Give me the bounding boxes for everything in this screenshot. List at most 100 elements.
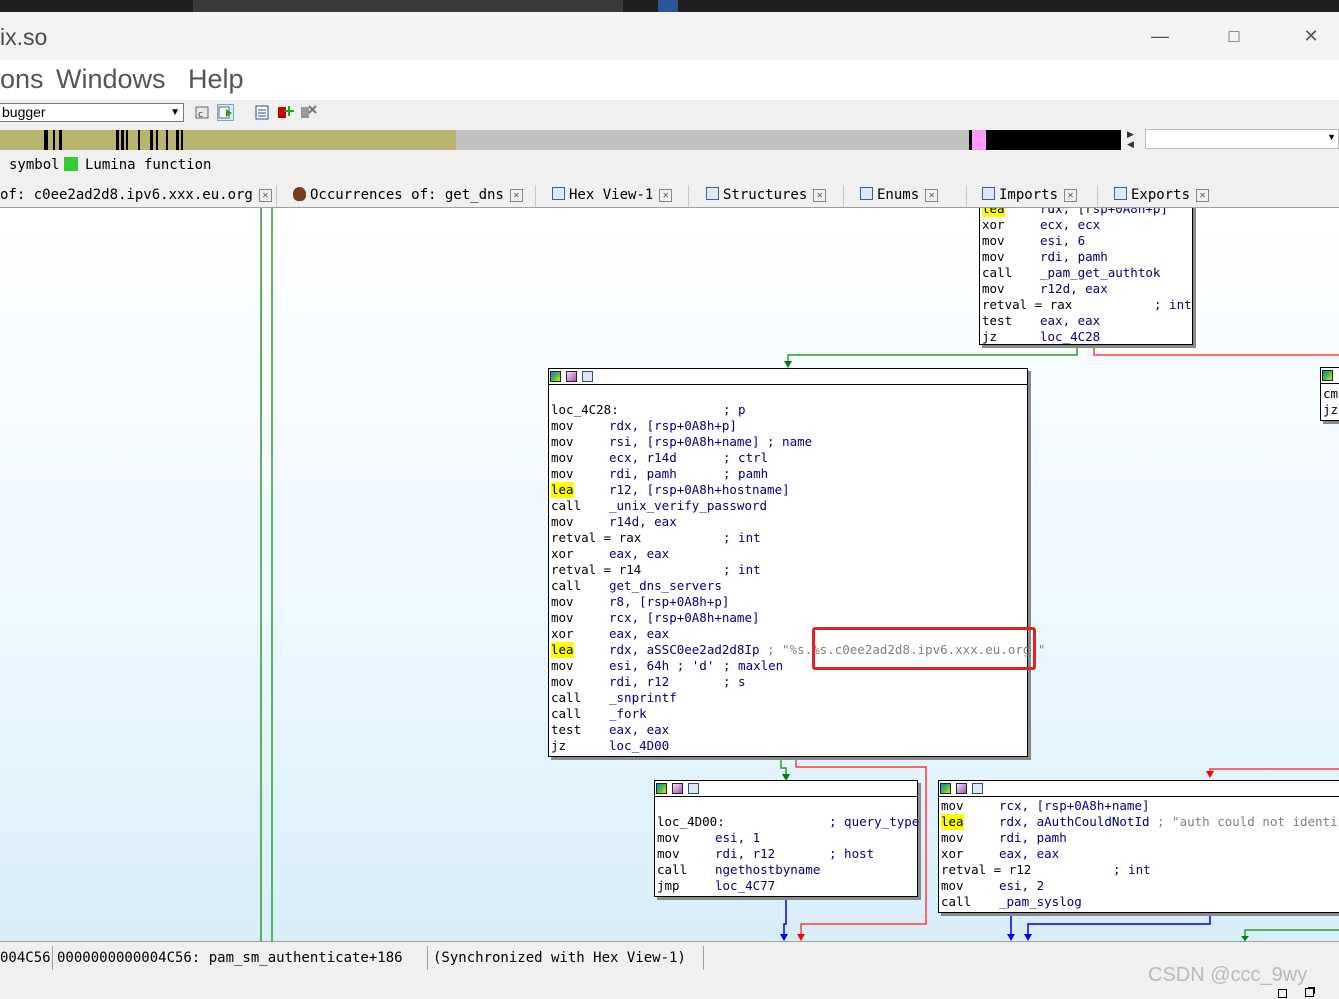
code-block-top[interactable]: lea rdx, [rsp+0A8h+p] xor ecx, ecx mov esi, 6… bbox=[979, 208, 1193, 345]
asm-mnemonic: test bbox=[551, 722, 582, 737]
asm-operands: eax, eax bbox=[999, 846, 1060, 861]
close-icon[interactable]: ✕ bbox=[659, 189, 673, 202]
graph-overview-icon[interactable] bbox=[688, 783, 699, 794]
code-block-loc-4d00[interactable]: loc_4D00: ; query_type mov esi, 1 mov rdi, r1… bbox=[654, 780, 919, 897]
asm-mnemonic: mov bbox=[551, 594, 574, 609]
breakpoint-list-icon[interactable] bbox=[254, 104, 271, 121]
asm-line[interactable]: call _fork bbox=[551, 706, 1029, 722]
asm-line[interactable]: call get_dns_servers bbox=[551, 578, 1029, 594]
edit-icon[interactable] bbox=[566, 371, 577, 382]
asm-line[interactable]: call _pam_get_authtok bbox=[982, 265, 1194, 281]
asm-line[interactable]: call _pam_syslog bbox=[941, 894, 1339, 910]
asm-line[interactable]: call _unix_verify_password bbox=[551, 498, 1029, 514]
start-process-icon[interactable] bbox=[217, 104, 234, 121]
attach-process-icon[interactable]: c bbox=[194, 104, 211, 121]
asm-line[interactable]: retval = rax ; int bbox=[982, 297, 1194, 313]
close-icon[interactable]: ✕ bbox=[509, 189, 523, 202]
maximize-icon[interactable]: □ bbox=[1222, 26, 1246, 46]
tab-occurrences[interactable]: Occurrences of: get_dns ✕ bbox=[293, 184, 523, 208]
asm-line[interactable]: jz loc_4C28 bbox=[982, 329, 1194, 345]
navigation-combo[interactable]: ▼ bbox=[1145, 129, 1339, 149]
asm-line[interactable]: mov r8, [rsp+0A8h+p] bbox=[551, 594, 1029, 610]
color-icon[interactable] bbox=[940, 783, 951, 794]
asm-line[interactable]: test eax, eax bbox=[982, 313, 1194, 329]
asm-line[interactable]: xor eax, eax bbox=[941, 846, 1339, 862]
asm-line[interactable]: loc_4D00: ; query_type bbox=[657, 814, 919, 830]
asm-operands: _snprintf bbox=[609, 690, 677, 705]
asm-operands: rcx, [rsp+0A8h+name] bbox=[609, 610, 760, 625]
edit-icon[interactable] bbox=[672, 783, 683, 794]
asm-line[interactable]: mov rdx, [rsp+0A8h+p] bbox=[551, 418, 1029, 434]
asm-line[interactable]: mov r14d, eax bbox=[551, 514, 1029, 530]
edit-icon[interactable] bbox=[956, 783, 967, 794]
tab-exports[interactable]: Exports ✕ bbox=[1114, 184, 1210, 208]
asm-line[interactable]: mov r12d, eax bbox=[982, 281, 1194, 297]
close-icon[interactable]: ✕ bbox=[1064, 189, 1078, 202]
asm-line[interactable]: mov rcx, [rsp+0A8h+name] bbox=[941, 798, 1339, 814]
asm-line[interactable]: call ngethostbyname bbox=[657, 862, 919, 878]
debugger-select[interactable]: bugger ▼ bbox=[0, 103, 184, 122]
asm-line[interactable] bbox=[657, 798, 919, 814]
graph-view[interactable]: lea rdx, [rsp+0A8h+p] xor ecx, ecx mov esi, 6… bbox=[0, 208, 1339, 941]
asm-line[interactable]: retval = r14 ; int bbox=[551, 562, 1029, 578]
code-block-loc-4c28[interactable]: loc_4C28: ; p mov rdx, [rsp+0A8h+p] mov rsi, … bbox=[548, 368, 1045, 757]
minimize-icon[interactable]: — bbox=[1148, 26, 1172, 46]
graph-overview-icon[interactable] bbox=[972, 783, 983, 794]
color-icon[interactable] bbox=[656, 783, 667, 794]
asm-mnemonic: mov bbox=[551, 658, 574, 673]
menu-windows[interactable]: Windows bbox=[56, 64, 166, 95]
asm-line[interactable]: mov rdi, r12 ; host bbox=[657, 846, 919, 862]
asm-line[interactable]: mov esi, 1 bbox=[657, 830, 919, 846]
float-icon[interactable] bbox=[1305, 988, 1314, 997]
asm-line[interactable]: lea rdx, [rsp+0A8h+p] bbox=[982, 208, 1194, 217]
asm-line[interactable]: mov rsi, [rsp+0A8h+name] ; name bbox=[551, 434, 1029, 450]
asm-line[interactable]: jz loc_4D00 bbox=[551, 738, 1029, 754]
asm-line[interactable]: mov rdi, pamh ; pamh bbox=[551, 466, 1029, 482]
close-icon[interactable]: ✕ bbox=[813, 189, 827, 202]
asm-line[interactable]: jmp loc_4C77 bbox=[657, 878, 919, 894]
asm-mnemonic: xor bbox=[551, 626, 574, 641]
menu-options[interactable]: ons bbox=[0, 64, 44, 95]
close-icon[interactable]: ✕ bbox=[1196, 189, 1210, 202]
code-block-right-partial[interactable]: cm jz bbox=[1320, 367, 1339, 421]
delete-breakpoint-icon[interactable] bbox=[300, 104, 317, 121]
add-breakpoint-icon[interactable] bbox=[277, 104, 294, 121]
color-icon[interactable] bbox=[1322, 370, 1333, 381]
asm-line[interactable]: mov esi, 6 bbox=[982, 233, 1194, 249]
menu-help[interactable]: Help bbox=[188, 64, 244, 95]
asm-line[interactable]: lea rdx, aAuthCouldNotId ; "auth could not… bbox=[941, 814, 1339, 830]
tab-enums[interactable]: Enums ✕ bbox=[860, 184, 939, 208]
tab-imports[interactable]: Imports ✕ bbox=[982, 184, 1078, 208]
asm-line[interactable]: xor eax, eax bbox=[551, 546, 1029, 562]
chevron-down-icon[interactable]: ▼ bbox=[170, 104, 180, 121]
asm-line[interactable]: retval = r12 ; int bbox=[941, 862, 1339, 878]
close-icon[interactable]: ✕ bbox=[925, 189, 939, 202]
asm-line[interactable]: call _snprintf bbox=[551, 690, 1029, 706]
chevron-down-icon[interactable]: ▼ bbox=[1327, 132, 1336, 142]
tab-structures[interactable]: Structures ✕ bbox=[706, 184, 827, 208]
asm-line[interactable]: xor ecx, ecx bbox=[982, 217, 1194, 233]
asm-line[interactable]: mov rdi, pamh bbox=[982, 249, 1194, 265]
asm-line[interactable]: test eax, eax bbox=[551, 722, 1029, 738]
close-icon[interactable]: ✕ bbox=[258, 189, 272, 202]
tab-hex-view[interactable]: Hex View-1 ✕ bbox=[552, 184, 673, 208]
tab-xrefs[interactable]: of: c0ee2ad2d8.ipv6.xxx.eu.org ✕ bbox=[0, 184, 272, 208]
asm-line[interactable]: lea r12, [rsp+0A8h+hostname] bbox=[551, 482, 1029, 498]
asm-line[interactable] bbox=[551, 386, 1029, 402]
code-block-auth-error[interactable]: mov rcx, [rsp+0A8h+name] lea rdx, aAuthCoul… bbox=[938, 780, 1339, 913]
asm-line[interactable]: mov rcx, [rsp+0A8h+name] bbox=[551, 610, 1029, 626]
asm-line[interactable]: mov rdi, r12 ; s bbox=[551, 674, 1029, 690]
asm-line[interactable]: loc_4C28: ; p bbox=[551, 402, 1029, 418]
asm-comment: ; int bbox=[1113, 862, 1151, 877]
graph-overview-icon[interactable] bbox=[582, 371, 593, 382]
asm-line[interactable]: mov esi, 2 bbox=[941, 878, 1339, 894]
restore-icon[interactable] bbox=[1278, 989, 1287, 998]
nav-arrows-icon[interactable]: ▶ ◀ bbox=[1127, 129, 1134, 149]
color-icon[interactable] bbox=[550, 371, 561, 382]
asm-line[interactable]: retval = rax ; int bbox=[551, 530, 1029, 546]
asm-line[interactable]: mov ecx, r14d ; ctrl bbox=[551, 450, 1029, 466]
navigation-strip[interactable] bbox=[0, 130, 1121, 150]
close-icon[interactable]: ✕ bbox=[1299, 26, 1323, 46]
exports-icon bbox=[1114, 187, 1127, 200]
asm-line[interactable]: mov rdi, pamh bbox=[941, 830, 1339, 846]
